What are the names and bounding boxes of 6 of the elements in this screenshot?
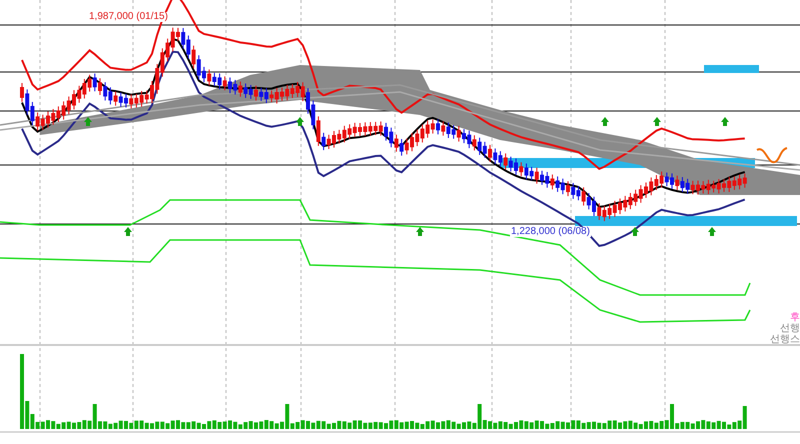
- low-price-label: 1,228,000 (06/08): [510, 227, 591, 237]
- projection-squiggle-icon: [756, 147, 788, 164]
- legend-text: 후: [790, 312, 800, 323]
- legend-text: 선행: [780, 323, 800, 334]
- legend-text: 선행스: [770, 334, 800, 345]
- high-price-label: 1,987,000 (01/15): [88, 12, 169, 22]
